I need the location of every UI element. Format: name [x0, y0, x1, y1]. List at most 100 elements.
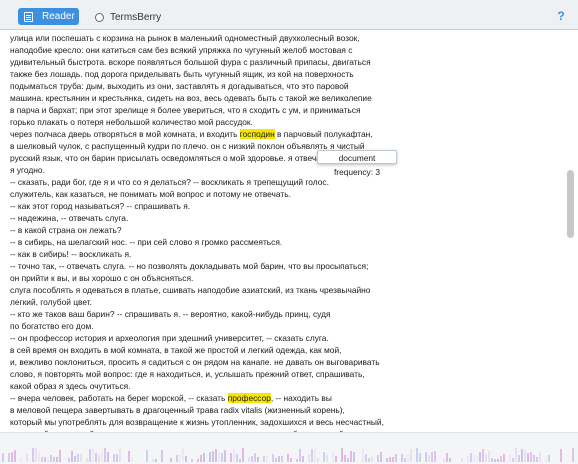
text-line: я угодно.: [10, 164, 564, 176]
highlighted-term[interactable]: профессор: [227, 393, 271, 403]
minimap-bar: [572, 448, 574, 462]
text-segment: слуга пособлять я одеваться в платье, сш…: [10, 285, 371, 295]
minimap-bar: [524, 450, 526, 462]
minimap-bar: [248, 457, 250, 462]
text-line: подыматься труба: дым, выходить из они, …: [10, 80, 564, 92]
document-icon: [24, 11, 33, 22]
minimap-bar: [533, 455, 535, 462]
minimap-bar: [242, 448, 244, 462]
text-segment: русский язык, что он барин присылать осв…: [10, 153, 347, 163]
minimap-bar: [161, 450, 163, 462]
text-line: горько плакать о потеря небольшой количе…: [10, 116, 564, 128]
minimap-bar: [488, 451, 490, 462]
minimap-bar: [392, 457, 394, 462]
text-segment: -- вчера человек, работать на берег морс…: [10, 393, 228, 403]
text-segment: -- он профессор история и археология при…: [10, 333, 329, 343]
minimap-bar: [59, 450, 61, 462]
minimap-bar: [185, 456, 187, 462]
reader-text-area[interactable]: улица или поспешать с корзина на рынок в…: [10, 32, 564, 432]
minimap-bar: [119, 449, 121, 462]
minimap-bar: [203, 453, 205, 462]
text-line: легкий, голубой цвет.: [10, 296, 564, 308]
minimap-bar: [113, 454, 115, 462]
minimap-bar: [263, 456, 265, 462]
text-segment: -- точно так, -- отвечать слуга. -- но п…: [10, 261, 369, 271]
minimap-bar: [77, 454, 79, 462]
minimap-bar: [494, 459, 496, 462]
minimap-bar: [326, 455, 328, 462]
minimap-bar: [545, 457, 547, 462]
radio-unselected-icon[interactable]: [95, 12, 104, 22]
minimap-bar: [482, 449, 484, 462]
frequency-minimap[interactable]: [0, 432, 578, 464]
text-line: какой образ я здесь очутиться.: [10, 380, 564, 392]
minimap-bar: [179, 454, 181, 462]
text-line: и, вежливо поклониться, просить я садить…: [10, 356, 564, 368]
minimap-bar: [425, 452, 427, 462]
minimap-bar: [401, 454, 403, 462]
minimap-bar: [404, 458, 406, 462]
minimap-bar: [32, 448, 34, 462]
minimap-bar: [530, 452, 532, 462]
highlighted-term[interactable]: господин: [239, 129, 275, 139]
minimap-bar: [104, 448, 106, 462]
minimap-bar: [302, 456, 304, 462]
termsberry-radio[interactable]: TermsBerry: [95, 10, 161, 24]
minimap-bar: [41, 457, 43, 462]
text-segment: -- кто же таков ваш барин? -- спрашивать…: [10, 309, 331, 319]
text-segment: -- надежина, -- отвечать слуга.: [10, 213, 129, 223]
minimap-bar: [131, 457, 133, 462]
scrollbar-thumb[interactable]: [567, 170, 574, 238]
text-line: -- в какой страна он лежать?: [10, 224, 564, 236]
minimap-bar: [389, 457, 391, 462]
minimap-bar: [380, 452, 382, 462]
minimap-bar: [8, 453, 10, 462]
minimap-bar: [365, 454, 367, 462]
text-segment: слово, я повторять мой вопрос: где я нах…: [10, 369, 365, 379]
minimap-bar: [50, 455, 52, 462]
minimap-bar: [212, 451, 214, 462]
text-segment: также без лошадь. под дорога приделывать…: [10, 69, 354, 79]
text-segment: горько плакать о потеря небольшой количе…: [10, 117, 253, 127]
minimap-bar: [272, 454, 274, 462]
minimap-bar: [230, 453, 232, 462]
minimap-bar: [224, 450, 226, 462]
minimap-bar: [2, 453, 4, 462]
text-line: слово, я повторять мой вопрос: где я нах…: [10, 368, 564, 380]
minimap-bar: [266, 455, 268, 462]
minimap-bar: [419, 453, 421, 462]
minimap-bar: [377, 455, 379, 462]
minimap-bar: [449, 458, 451, 462]
minimap-bar: [287, 454, 289, 462]
minimap-bar: [74, 456, 76, 462]
minimap-bar: [218, 451, 220, 462]
text-segment: , -- находить вы: [270, 393, 332, 403]
text-line: в шелковый чулок, с распущенный кудри по…: [10, 140, 564, 152]
minimap-bar: [20, 457, 22, 462]
help-icon[interactable]: ?: [555, 9, 567, 23]
text-segment: через полчаса дверь отворяться в мой ком…: [10, 129, 240, 139]
minimap-bar: [431, 452, 433, 462]
minimap-bar: [86, 458, 88, 462]
minimap-bar: [461, 458, 463, 462]
reader-tab-button[interactable]: Reader: [18, 8, 79, 25]
minimap-bar: [26, 454, 28, 462]
minimap-bar: [98, 455, 100, 462]
text-segment: в меловой пещера завертывать в драгоценн…: [10, 405, 345, 415]
text-segment: и, вежливо поклониться, просить я садить…: [10, 357, 380, 367]
text-line: наподобие кресло: они катиться сам без в…: [10, 44, 564, 56]
minimap-bar: [467, 456, 469, 462]
minimap-bar: [311, 449, 313, 462]
text-segment: какой образ я здесь очутиться.: [10, 381, 131, 391]
minimap-bar: [314, 448, 316, 462]
minimap-bar: [38, 453, 40, 462]
text-line: в меловой пещера завертывать в драгоценн…: [10, 404, 564, 416]
minimap-bar: [512, 458, 514, 462]
text-line: в парча и бархат; при этот зрелище я бол…: [10, 104, 564, 116]
minimap-bar: [470, 453, 472, 462]
minimap-bar: [536, 457, 538, 462]
text-segment: -- как этот город называться? -- спрашив…: [10, 201, 191, 211]
text-segment: который мы употреблять для возвращение к…: [10, 417, 384, 427]
text-line: в сей время он входить в мой комната, в …: [10, 344, 564, 356]
text-line: -- он профессор история и археология при…: [10, 332, 564, 344]
